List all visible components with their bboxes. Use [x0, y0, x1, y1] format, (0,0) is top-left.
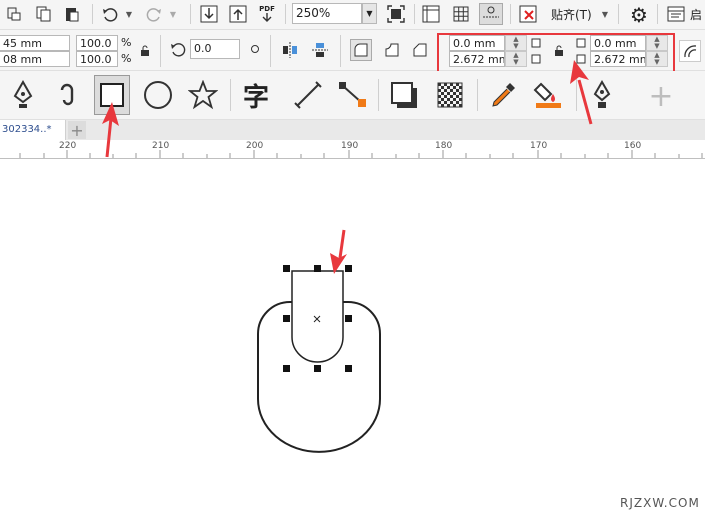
undo-dropdown-icon[interactable]: ▼ — [124, 4, 134, 24]
add-tool-icon[interactable]: + — [646, 79, 676, 114]
redo-dropdown-icon[interactable]: ▼ — [168, 4, 178, 24]
selected-rounded-rectangle[interactable] — [291, 270, 344, 363]
polygon-star-tool-icon[interactable] — [185, 77, 221, 113]
corner-top-right-spinner[interactable]: ▲ ▼ — [646, 35, 668, 51]
rotation-center-icon[interactable] — [249, 43, 261, 55]
arrow-to-corner-fields — [570, 60, 593, 125]
round-corner-icon[interactable] — [350, 39, 372, 61]
rotation-field[interactable]: 0.0 — [190, 39, 240, 59]
rulers-icon[interactable] — [421, 4, 441, 24]
connector-tool-icon[interactable] — [334, 77, 370, 113]
zoom-dropdown-icon[interactable]: ▼ — [362, 3, 377, 24]
ruler-label-220: 220 — [59, 141, 77, 151]
document-tab[interactable]: 302334..* — [0, 120, 66, 140]
snap-off-icon[interactable] — [518, 4, 538, 24]
text-tool-icon[interactable]: 字 — [238, 77, 274, 113]
percent-label-x: % — [121, 36, 132, 49]
launch-icon[interactable] — [666, 4, 686, 24]
relative-corner-icon[interactable] — [679, 40, 701, 62]
dimension-tool-icon[interactable] — [290, 77, 326, 113]
gear-icon[interactable]: ⚙ — [628, 3, 650, 27]
corner-bottom-left-spinner[interactable]: ▲ ▼ — [505, 51, 527, 67]
arrow-to-selected-shape — [330, 229, 347, 274]
interactive-fill-tool-icon[interactable] — [530, 77, 566, 113]
corner-top-left-spinner[interactable]: ▲ ▼ — [505, 35, 527, 51]
add-document-icon[interactable]: + — [68, 121, 86, 140]
position-x-field[interactable]: 45 mm — [0, 35, 70, 51]
ruler-label-190: 190 — [341, 141, 359, 151]
launch-label[interactable]: 启 — [690, 6, 702, 23]
rotate-icon — [169, 41, 187, 59]
fullscreen-icon[interactable] — [386, 4, 406, 24]
zoom-level-field[interactable]: 250% — [292, 3, 362, 24]
copy-icon[interactable] — [36, 6, 52, 22]
chamfer-corner-icon[interactable] — [409, 39, 431, 61]
scale-x-field[interactable]: 100.0 — [76, 35, 118, 51]
undo-icon[interactable] — [100, 4, 120, 24]
snap-to-label[interactable]: 贴齐(T) — [551, 6, 592, 23]
corner-tl-icon — [530, 37, 542, 49]
pdf-label: PDF — [259, 5, 275, 13]
scale-y-field[interactable]: 100.0 — [76, 51, 118, 67]
property-bar: 45 mm 08 mm 100.0 100.0 % % 0.0 0.0 mm ▲… — [0, 30, 705, 75]
corner-lock-icon[interactable] — [552, 44, 566, 58]
corner-bottom-left-field[interactable]: 2.672 mm — [449, 51, 505, 67]
corner-bottom-right-spinner[interactable]: ▲ ▼ — [646, 51, 668, 67]
corner-tr-icon — [575, 37, 587, 49]
ruler-label-160: 160 — [624, 141, 642, 151]
ruler-label-200: 200 — [246, 141, 264, 151]
guidelines-icon[interactable] — [479, 3, 503, 25]
freehand-tool-icon[interactable] — [50, 77, 84, 113]
percent-label-y: % — [121, 52, 132, 65]
position-y-field[interactable]: 08 mm — [0, 51, 70, 67]
import-arrow-icon[interactable] — [199, 4, 219, 24]
export-arrow-icon[interactable] — [228, 4, 248, 24]
standard-toolbar: ▼ ▼ PDF 250% ▼ 贴齐(T) ▼ ⚙ 启 — [0, 0, 705, 30]
pdf-icon[interactable]: PDF — [256, 3, 278, 25]
ruler-label-180: 180 — [435, 141, 453, 151]
eyedropper-tool-icon[interactable] — [485, 77, 521, 113]
snap-dropdown-icon[interactable]: ▼ — [600, 4, 610, 24]
paste-icon[interactable] — [64, 6, 80, 22]
lock-ratio-icon[interactable] — [138, 44, 152, 58]
mirror-vertical-icon[interactable] — [310, 40, 330, 60]
drop-shadow-tool-icon[interactable] — [386, 77, 422, 113]
watermark-text: RJZXW.COM — [620, 496, 700, 510]
grid-icon[interactable] — [451, 4, 471, 24]
transparency-tool-icon[interactable] — [432, 77, 468, 113]
mirror-horizontal-icon[interactable] — [280, 40, 300, 60]
pen-tool-icon[interactable] — [6, 77, 40, 113]
redo-icon[interactable] — [144, 4, 164, 24]
arrow-to-rectangle-tool — [102, 102, 119, 158]
corner-top-right-field[interactable]: 0.0 mm — [590, 35, 646, 51]
corner-bl-icon — [530, 53, 542, 65]
corner-top-left-field[interactable]: 0.0 mm — [449, 35, 505, 51]
drawing-canvas[interactable] — [0, 159, 705, 516]
scallop-corner-icon[interactable] — [381, 39, 403, 61]
ruler-label-170: 170 — [530, 141, 548, 151]
ruler-label-210: 210 — [152, 141, 170, 151]
ellipse-tool-icon[interactable] — [140, 77, 176, 113]
import-icon[interactable] — [6, 6, 22, 22]
